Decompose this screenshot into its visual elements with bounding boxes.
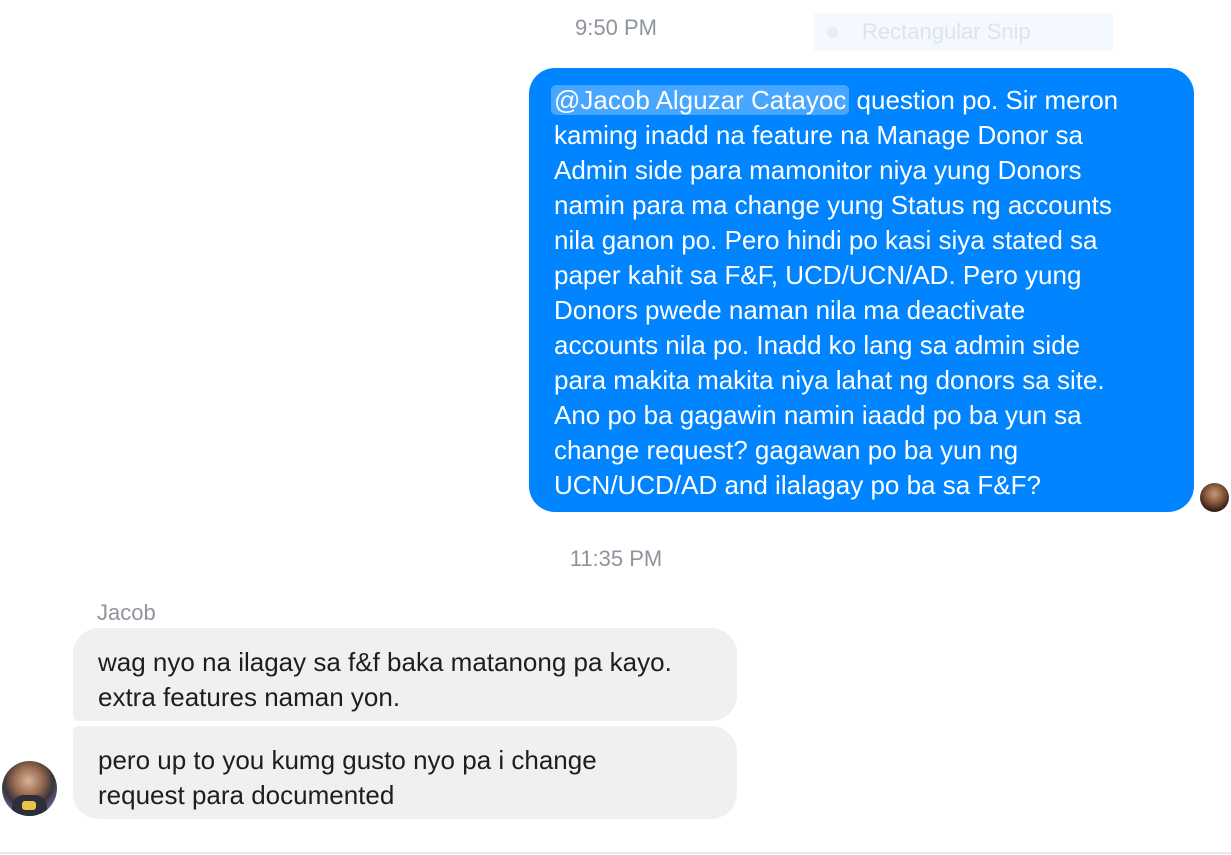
sender-avatar[interactable] [2,761,57,816]
avatar-shirt-print [22,801,36,810]
rectangular-snip-overlay: Rectangular Snip [814,13,1113,51]
message-line: nila ganon po. Pero hindi po kasi siya s… [554,225,1098,255]
snip-label: Rectangular Snip [862,19,1031,44]
message-line: Ano po ba gagawin namin iaadd po ba yun … [554,400,1082,430]
sender-name: Jacob [97,600,156,625]
incoming-message-bubble[interactable]: wag nyo na ilagay sa f&f baka matanong p… [73,628,737,721]
outgoing-message-bubble[interactable]: @Jacob Alguzar Catayoc question po. Sir … [529,68,1194,512]
message-line: accounts nila po. Inadd ko lang sa admin… [554,330,1081,360]
record-dot-icon [827,26,838,38]
message-line: change request? gagawan po ba yun ng [554,435,1019,465]
read-receipt-avatar [1200,483,1229,512]
timestamp: 9:50 PM [575,15,657,40]
mention-tag[interactable]: @Jacob Alguzar Catayoc [551,85,850,115]
message-line: namin para ma change yung Status ng acco… [554,190,1112,220]
message-line: kaming inadd na feature na Manage Donor … [554,120,1084,150]
timestamp: 11:35 PM [569,546,663,571]
message-line: paper kahit sa F&F, UCD/UCN/AD. Pero yun… [554,260,1082,290]
message-line: wag nyo na ilagay sa f&f baka matanong p… [98,647,672,677]
chat-thread: 9:50 PM Rectangular Snip @Jacob Alguzar … [0,0,1231,855]
message-line: Donors pwede naman nila ma deactivate [554,295,1026,325]
message-line: UCN/UCD/AD and ilalagay po ba sa F&F? [554,470,1041,500]
incoming-message-bubble[interactable]: pero up to you kumg gusto nyo pa i chang… [73,726,737,819]
message-line: Admin side para mamonitor niya yung Dono… [554,155,1082,185]
message-line: @Jacob Alguzar Catayoc question po. Sir … [551,83,1178,118]
message-line: pero up to you kumg gusto nyo pa i chang… [98,745,597,775]
message-line: para makita makita niya lahat ng donors … [554,365,1105,395]
message-line: request para documented [98,780,395,810]
message-line: extra features naman yon. [98,682,401,712]
composer-divider [0,852,1231,854]
